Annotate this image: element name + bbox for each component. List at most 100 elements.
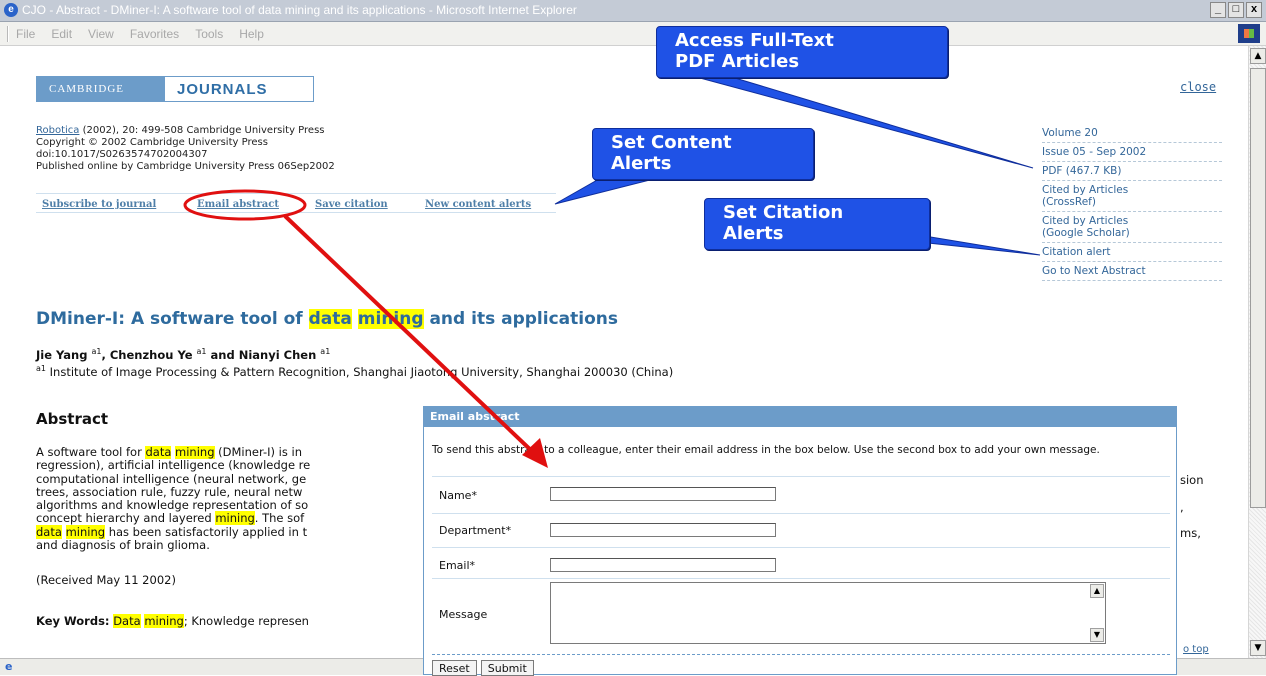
doi-line: doi:10.1017/S0263574702004307 <box>36 149 208 160</box>
nav-cited-crossref[interactable]: Cited by Articles (CrossRef) <box>1042 181 1222 212</box>
scroll-thumb[interactable] <box>1250 68 1266 508</box>
author-3: and Nianyi Chen <box>206 347 321 362</box>
email-input[interactable] <box>550 558 776 572</box>
maximize-button[interactable]: □ <box>1228 2 1244 18</box>
menu-help[interactable]: Help <box>239 27 264 41</box>
save-citation-link[interactable]: Save citation <box>315 199 388 210</box>
abs-line4: trees, association rule, fuzzy rule, neu… <box>36 484 303 499</box>
textarea-scroll-up-icon[interactable]: ▲ <box>1090 584 1104 598</box>
minimize-button[interactable]: _ <box>1210 2 1226 18</box>
menu-edit[interactable]: Edit <box>51 27 72 41</box>
nav-cited-crossref-line2: (CrossRef) <box>1042 196 1096 208</box>
article-actions: Subscribe to journal Email abstract Save… <box>36 193 556 213</box>
scroll-down-button[interactable]: ▼ <box>1250 640 1266 656</box>
scroll-up-button[interactable]: ▲ <box>1250 48 1266 64</box>
menu-file[interactable]: File <box>16 27 35 41</box>
department-label: Department* <box>439 524 512 537</box>
name-input[interactable] <box>550 487 776 501</box>
nav-cited-google[interactable]: Cited by Articles (Google Scholar) <box>1042 212 1222 243</box>
abs-line2: regression), artificial intelligence (kn… <box>36 458 311 473</box>
callout-content-line2: Alerts <box>611 153 672 174</box>
abs-line8: and diagnosis of brain glioma. <box>36 538 210 553</box>
message-label: Message <box>439 608 488 621</box>
callout-content-line1: Set Content <box>611 132 732 153</box>
subscribe-link[interactable]: Subscribe to journal <box>42 199 156 210</box>
email-abstract-link[interactable]: Email abstract <box>197 199 279 210</box>
message-textarea[interactable]: ▲ ▼ <box>550 582 1106 644</box>
abs-line3: computational intelligence (neural netwo… <box>36 471 307 486</box>
abs-hl-mining-2: mining <box>215 511 255 526</box>
dialog-separator <box>432 513 1170 514</box>
toolbar-grip[interactable] <box>7 26 9 42</box>
textarea-scroll-down-icon[interactable]: ▼ <box>1090 628 1104 642</box>
email-label: Email* <box>439 559 476 572</box>
journal-link[interactable]: Robotica <box>36 125 79 136</box>
nav-cited-google-line2: (Google Scholar) <box>1042 227 1130 239</box>
vertical-scrollbar[interactable]: ▲ ▼ <box>1248 46 1266 658</box>
nav-volume[interactable]: Volume 20 <box>1042 124 1222 143</box>
window-titlebar: e CJO - Abstract - DMiner-I: A software … <box>0 0 1266 22</box>
reset-button[interactable]: Reset <box>432 660 477 676</box>
nav-citation-alert[interactable]: Citation alert <box>1042 243 1222 262</box>
menubar: File Edit View Favorites Tools Help <box>0 22 1266 46</box>
close-window-button[interactable]: x <box>1246 2 1262 18</box>
abs-line6-a: concept hierarchy and layered <box>36 511 216 526</box>
menu-view[interactable]: View <box>88 27 114 41</box>
close-link[interactable]: close <box>1180 80 1216 94</box>
received-date: (Received May 11 2002) <box>36 573 176 587</box>
author-1: Jie Yang <box>36 347 92 362</box>
nav-next-abstract[interactable]: Go to Next Abstract <box>1042 262 1222 281</box>
abs-hl-data: data <box>145 446 172 459</box>
nav-pdf[interactable]: PDF (467.7 KB) <box>1042 162 1222 181</box>
dialog-header: Email abstract <box>424 407 1176 427</box>
author-3-sup: a1 <box>320 347 331 356</box>
callout-citation-line1: Set Citation <box>723 202 844 223</box>
windows-logo-icon <box>1238 24 1260 43</box>
menu-tools[interactable]: Tools <box>195 27 223 41</box>
submit-button[interactable]: Submit <box>480 660 534 676</box>
abstract-heading: Abstract <box>36 410 109 428</box>
ie-icon: e <box>4 3 18 17</box>
dialog-buttons: Reset Submit <box>432 660 534 676</box>
abstract-text: A software tool for data mining (DMiner-… <box>36 446 436 552</box>
title-highlight-mining: mining <box>357 309 424 329</box>
affiliation-sup: a1 <box>36 364 46 373</box>
window-title: CJO - Abstract - DMiner-I: A software to… <box>22 3 577 17</box>
kw-rest: ; Knowledge represen <box>183 614 309 628</box>
kw-hl-data: Data <box>113 614 141 628</box>
logo-cambridge: CAMBRIDGE <box>37 77 165 101</box>
abs-hl-mining: mining <box>175 446 215 459</box>
right-nav: Volume 20 Issue 05 - Sep 2002 PDF (467.7… <box>1042 124 1222 281</box>
abs-line6-b: . The sof <box>254 511 305 526</box>
author-1-sup: a1 <box>91 347 102 356</box>
affiliation-text: Institute of Image Processing & Pattern … <box>46 364 674 379</box>
dialog-separator <box>432 547 1170 548</box>
abs-line1-a: A software tool for <box>36 446 146 459</box>
nav-issue[interactable]: Issue 05 - Sep 2002 <box>1042 143 1222 162</box>
citation-line1: (2002), 20: 499-508 Cambridge University… <box>79 125 325 136</box>
dialog-intro: To send this abstract to a colleague, en… <box>432 444 1100 456</box>
abs-right-fragment-3: ms, <box>1180 526 1201 540</box>
abs-right-fragment-2: , <box>1180 500 1184 514</box>
title-part1: DMiner-I: A software tool of <box>36 309 309 329</box>
back-to-top-link[interactable]: o top <box>1183 644 1209 655</box>
nav-cited-google-line1: Cited by Articles <box>1042 215 1129 227</box>
new-content-alerts-link[interactable]: New content alerts <box>425 199 531 210</box>
copyright-line: Copyright © 2002 Cambridge University Pr… <box>36 137 268 148</box>
published-line: Published online by Cambridge University… <box>36 161 335 172</box>
abs-hl-data-3: data <box>36 524 62 539</box>
callout-citation-line2: Alerts <box>723 223 784 244</box>
menu-favorites[interactable]: Favorites <box>130 27 179 41</box>
department-input[interactable] <box>550 523 776 537</box>
title-part2: and its applications <box>423 309 618 329</box>
abs-line5: algorithms and knowledge representation … <box>36 498 309 513</box>
authors: Jie Yang a1, Chenzhou Ye a1 and Nianyi C… <box>36 347 330 362</box>
author-2-sup: a1 <box>196 347 207 356</box>
abs-line7-b: has been satisfactorily applied in t <box>105 524 308 539</box>
callout-fulltext-pdf: Access Full-Text PDF Articles <box>656 26 948 78</box>
window-buttons: _ □ x <box>1210 2 1262 18</box>
cambridge-journals-logo[interactable]: CAMBRIDGE JOURNALS <box>36 76 314 102</box>
dialog-separator <box>432 578 1170 579</box>
name-label: Name* <box>439 489 477 502</box>
keywords: Key Words: Data mining; Knowledge repres… <box>36 614 309 628</box>
